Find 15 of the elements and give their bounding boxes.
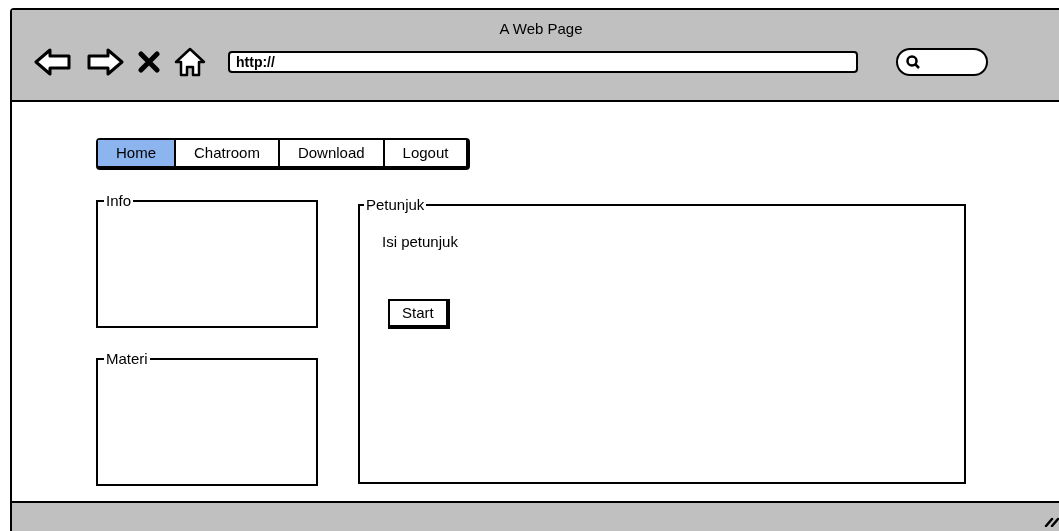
- start-button[interactable]: Start: [388, 299, 450, 329]
- group-title: Info: [105, 191, 133, 211]
- group-title: Petunjuk: [365, 195, 426, 215]
- instruction-text: Isi petunjuk: [382, 231, 459, 252]
- address-field[interactable]: http://: [228, 50, 858, 73]
- group-title: Materi: [105, 349, 149, 369]
- close-icon[interactable]: [138, 50, 160, 73]
- home-icon[interactable]: [174, 46, 206, 77]
- search-field[interactable]: [896, 47, 988, 76]
- window-title: A Web Page: [499, 19, 583, 39]
- search-icon: [906, 54, 920, 69]
- resize-grip-icon[interactable]: [1044, 515, 1059, 527]
- nav-tab[interactable]: Home: [98, 140, 174, 166]
- forward-arrow-icon[interactable]: [86, 46, 124, 77]
- back-arrow-icon[interactable]: [34, 46, 72, 77]
